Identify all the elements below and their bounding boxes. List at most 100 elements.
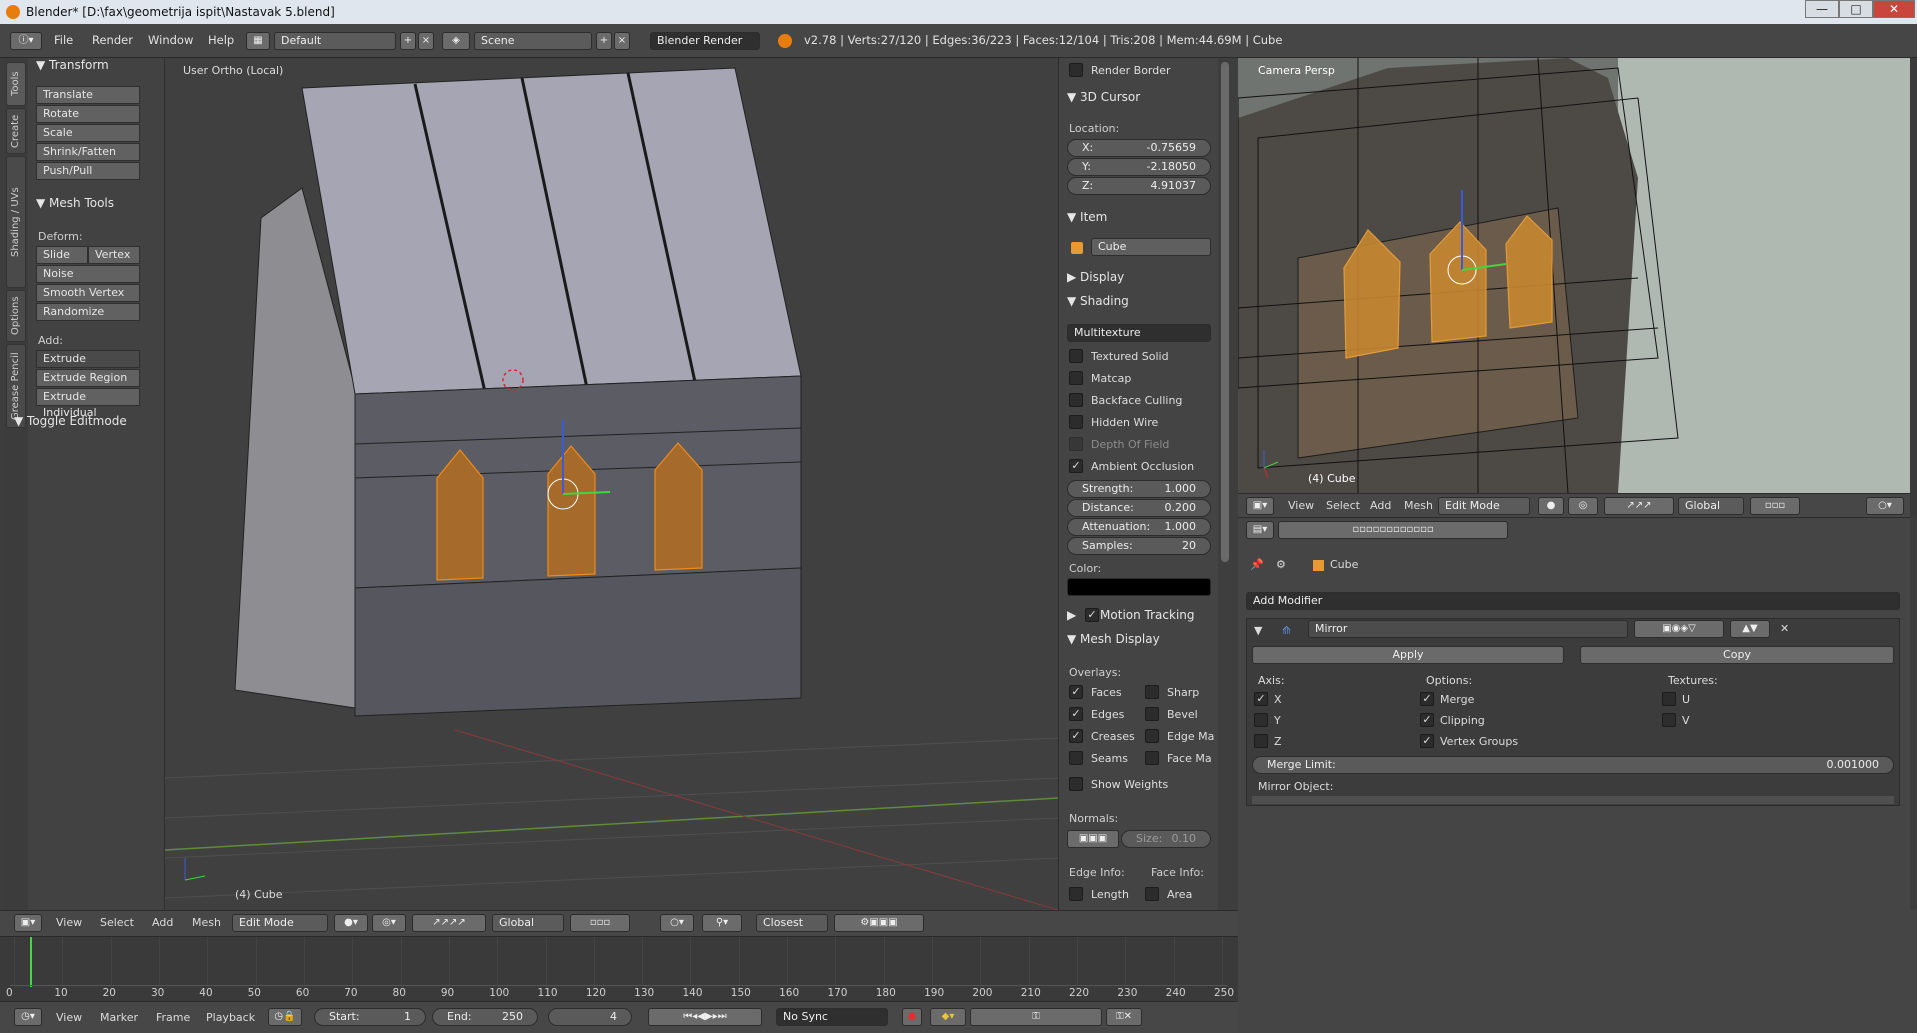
ao-strength-field[interactable]: Strength: 1.000 (1067, 480, 1211, 498)
properties-editor-type-icon[interactable]: ▤▾ (1246, 521, 1274, 539)
normal-size-field[interactable]: Size: 0.10 (1121, 830, 1211, 848)
cam-mode-select[interactable]: Edit Mode (1438, 497, 1530, 515)
add-layout-icon[interactable]: + (400, 32, 416, 50)
editor-type-icon[interactable]: ⓘ▾ (10, 32, 42, 50)
ambient-occlusion-checkbox[interactable]: ✓ (1069, 459, 1083, 473)
apply-button[interactable]: Apply (1252, 646, 1564, 664)
tl-menu-playback[interactable]: Playback (206, 1011, 255, 1024)
vertex-slide-button[interactable]: Vertex (88, 246, 140, 264)
ao-distance-field[interactable]: Distance: 0.200 (1067, 499, 1211, 517)
remove-scene-icon[interactable]: × (614, 32, 630, 50)
menu-mesh[interactable]: Mesh (192, 916, 221, 929)
noise-button[interactable]: Noise (36, 265, 140, 283)
viewport-3d[interactable]: User Ortho (Local) (4) Cube (165, 58, 1058, 910)
item-name-field[interactable]: Cube (1091, 238, 1211, 256)
vertex-groups-checkbox[interactable]: ✓ (1420, 734, 1434, 748)
cam-menu-select[interactable]: Select (1326, 499, 1360, 512)
render-opengl-icons[interactable]: ⚙▣▣▣ (834, 914, 924, 932)
shrink-fatten-button[interactable]: Shrink/Fatten (36, 143, 140, 161)
remove-layout-icon[interactable]: × (418, 32, 434, 50)
translate-button[interactable]: Translate (36, 86, 140, 104)
tl-menu-view[interactable]: View (56, 1011, 82, 1024)
bevel-checkbox[interactable] (1145, 707, 1159, 721)
modifier-name-field[interactable]: Mirror (1308, 620, 1628, 638)
timeline-scrollbar[interactable] (10, 985, 1228, 986)
camera-scrollbar[interactable] (1910, 58, 1917, 517)
orientation-select[interactable]: Global (492, 914, 564, 932)
tl-menu-marker[interactable]: Marker (100, 1011, 138, 1024)
render-engine-select[interactable]: Blender Render (650, 32, 760, 50)
cam-menu-add[interactable]: Add (1370, 499, 1391, 512)
tab-options[interactable]: Options (6, 290, 26, 342)
manipulator-icons[interactable]: ↗↗↗↗ (412, 914, 486, 932)
start-frame-field[interactable]: Start: 1 (314, 1008, 426, 1026)
randomize-button[interactable]: Randomize (36, 303, 140, 321)
extrude-individual-button[interactable]: Extrude Individual (36, 388, 140, 419)
ao-attenuation-field[interactable]: Attenuation: 1.000 (1067, 518, 1211, 536)
texture-v-checkbox[interactable] (1662, 713, 1676, 727)
playback-controls[interactable]: ⏮◂◀▶▸⏭ (648, 1008, 762, 1026)
rotate-button[interactable]: Rotate (36, 105, 140, 123)
snap-icons[interactable]: ⚲▾ (702, 914, 742, 932)
viewport-editor-type-icon[interactable]: ▣▾ (14, 914, 42, 932)
depth-of-field-checkbox[interactable] (1069, 437, 1083, 451)
sync-mode-select[interactable]: No Sync (776, 1008, 888, 1026)
modifier-visibility-icons[interactable]: ▣◉◈▽ (1634, 620, 1724, 638)
mode-select[interactable]: Edit Mode (232, 914, 328, 932)
seams-checkbox[interactable] (1069, 751, 1083, 765)
properties-context-tabs[interactable]: ▫▫▫▫▫▫▫▫▫▫▫▫ (1278, 521, 1508, 539)
menu-file[interactable]: File (54, 33, 73, 47)
transform-panel-title[interactable]: ▼ Transform (36, 58, 109, 72)
motion-tracking-panel[interactable]: ▶ Motion Tracking (1067, 608, 1195, 622)
tab-create[interactable]: Create (6, 108, 26, 154)
keyframe-buttons[interactable]: ⚿✕ (1106, 1008, 1142, 1026)
clipping-checkbox[interactable]: ✓ (1420, 713, 1434, 727)
menu-select[interactable]: Select (100, 916, 134, 929)
menu-add[interactable]: Add (152, 916, 173, 929)
scene-field[interactable]: Scene (474, 32, 592, 50)
item-panel-title[interactable]: ▼ Item (1067, 210, 1107, 224)
ao-color-swatch[interactable] (1067, 578, 1211, 596)
cam-render-icons[interactable]: ○▾ (1866, 497, 1904, 515)
smooth-vertex-button[interactable]: Smooth Vertex (36, 284, 140, 302)
keying-set-field[interactable]: ⚿ (970, 1008, 1102, 1026)
toggle-editmode-panel[interactable]: ▼ Toggle Editmode (14, 414, 127, 428)
camera-editor-type-icon[interactable]: ▣▾ (1246, 497, 1274, 515)
edges-checkbox[interactable]: ✓ (1069, 707, 1083, 721)
select-mode-icons[interactable]: ▫▫▫ (570, 914, 630, 932)
cursor-x-field[interactable]: X: -0.75659 (1067, 139, 1211, 157)
creases-checkbox[interactable]: ✓ (1069, 729, 1083, 743)
layout-icon[interactable]: ▦ (246, 32, 270, 50)
keying-set-icon[interactable]: ◆▾ (930, 1008, 966, 1026)
tl-menu-frame[interactable]: Frame (156, 1011, 190, 1024)
timeline-editor-type-icon[interactable]: ◷▾ (14, 1008, 42, 1026)
snap-target-select[interactable]: Closest (756, 914, 828, 932)
merge-limit-field[interactable]: Merge Limit: 0.001000 (1252, 756, 1894, 774)
add-modifier-select[interactable]: Add Modifier (1246, 592, 1900, 610)
pivot-point-icon[interactable]: ◎▾ (372, 914, 406, 932)
scene-icon[interactable]: ◈ (442, 32, 470, 50)
faces-checkbox[interactable]: ✓ (1069, 685, 1083, 699)
preview-range-icon[interactable]: ◷🔒 (268, 1008, 302, 1026)
cam-pivot-icon[interactable]: ◎ (1568, 497, 1598, 515)
mesh-tools-panel-title[interactable]: ▼ Mesh Tools (36, 196, 114, 210)
matcap-checkbox[interactable] (1069, 371, 1083, 385)
scale-button[interactable]: Scale (36, 124, 140, 142)
modifier-move-icons[interactable]: ▲▼ (1730, 620, 1770, 638)
cam-manipulator-icons[interactable]: ↗↗↗ (1604, 497, 1674, 515)
slide-edge-button[interactable]: Slide Ed (36, 246, 88, 277)
sharp-checkbox[interactable] (1145, 685, 1159, 699)
proportional-edit-icon[interactable]: ○▾ (660, 914, 694, 932)
cursor-z-field[interactable]: Z: 4.91037 (1067, 177, 1211, 195)
timeline[interactable]: 0 10 20 30 40 50 60 70 80 90 100 110 120 130 140 150 160… (0, 936, 1238, 1001)
face-marks-checkbox[interactable] (1145, 751, 1159, 765)
cam-menu-view[interactable]: View (1288, 499, 1314, 512)
current-frame-field[interactable]: 4 (548, 1008, 632, 1026)
push-pull-button[interactable]: Push/Pull (36, 162, 140, 180)
axis-x-checkbox[interactable]: ✓ (1254, 692, 1268, 706)
tab-tools[interactable]: Tools (6, 62, 26, 106)
cursor-y-field[interactable]: Y: -2.18050 (1067, 158, 1211, 176)
collapse-modifier-icon[interactable]: ▼ (1254, 624, 1262, 637)
display-panel-title[interactable]: ▶ Display (1067, 270, 1124, 284)
menu-help[interactable]: Help (208, 33, 234, 47)
